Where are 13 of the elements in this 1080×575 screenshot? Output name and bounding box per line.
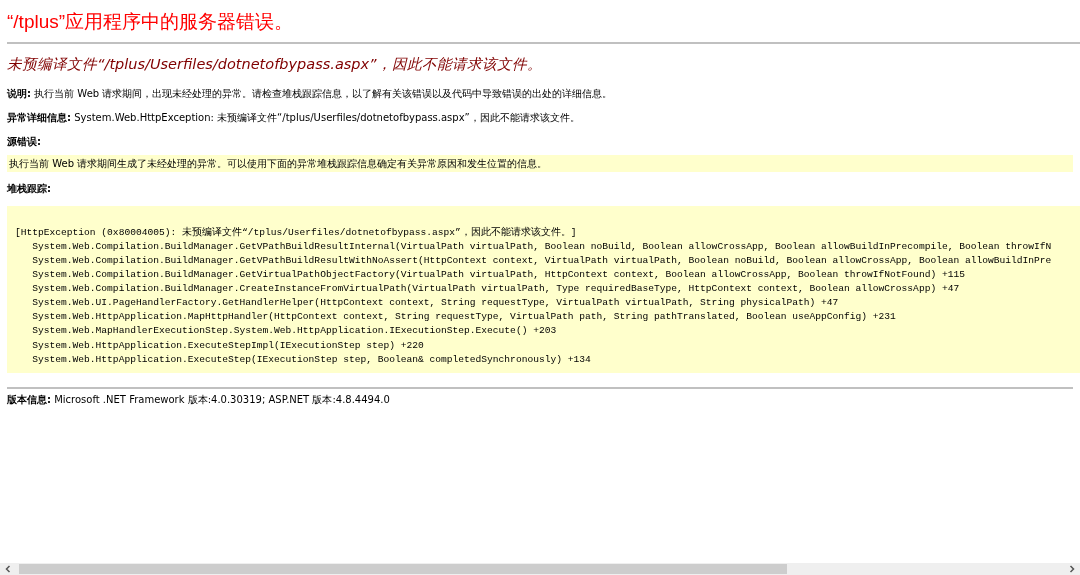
scroll-left-icon[interactable] xyxy=(4,565,12,573)
stack-trace-panel: [HttpException (0x80004005): 未预编译文件“/tplus/Userfiles/dotnetofbypass.aspx”，因此不能请求该文件。] System.Web.Compilation.BuildManager.GetVPathBuildResultInternal(VirtualPath virtualPath, Boolean noBuild, Boolean allowCrossApp, Boolean allowBuildInPrecompile, Boolean throwIfN System.Web.Compilation.BuildManager.GetVPathBuildResultWithNoAssert(HttpContext context, VirtualPath virtualPath, Boolean noBuild, Boolean allowCrossApp, Boolean allowBuildInPre System.Web.Compilation.BuildManager.GetVirtualPathObjectFactory(VirtualPath virtualPath, HttpContext context, Boolean allowCrossApp, Boolean throwIfNotFound) +115 System.Web.Compilation.BuildManager.CreateInstanceFromVirtualPath(VirtualPath virtualPath, Type requiredBaseType, HttpContext context, Boolean allowCrossApp) +47 System.Web.UI.PageHandlerFactory.GetHandlerHelper(HttpContext context, String requestType, VirtualPath virtualPath, String physicalPath) +47 System.Web.HttpApplication.MapHttpHandler(HttpContext context, String requestType, VirtualPath path, String pathTranslated, Boolean useAppConfig) +231 System.Web.MapHandlerExecutionStep.System.Web.HttpApplication.IExecutionStep.Execute() +203 System.Web.HttpApplication.ExecuteStepImpl(IExecutionStep step) +220 System.Web.HttpApplication.ExecuteStep(IExecutionStep step, Boolean& completedSynchronously) +134 xyxy=(7,205,1080,373)
scrollbar-thumb[interactable] xyxy=(19,564,787,574)
version-info-text: 版本信息: Microsoft .NET Framework 版本:4.0.30319; ASP.NET 版本:4.8.4494.0 xyxy=(7,392,390,407)
scroll-right-icon[interactable] xyxy=(1068,565,1076,573)
page-title: “/tplus”应用程序中的服务器错误。 xyxy=(7,10,294,34)
stack-trace-heading: 堆栈跟踪: xyxy=(7,181,51,196)
exception-details-text: 异常详细信息: System.Web.HttpException: 未预编译文件“/tplus/Userfiles/dotnetofbypass.aspx”，因此不能请求该文件。 xyxy=(7,110,580,125)
description-text: 说明: 执行当前 Web 请求期间，出现未经处理的异常。请检查堆栈跟踪信息，以了解有关该错误以及代码中导致错误的出处的详细信息。 xyxy=(7,86,613,101)
horizontal-scrollbar[interactable] xyxy=(0,563,1080,575)
error-subtitle: 未预编译文件“/tplus/Userfiles/dotnetofbypass.aspx”，因此不能请求该文件。 xyxy=(7,55,542,74)
source-error-heading: 源错误: xyxy=(7,134,41,149)
source-error-panel: 执行当前 Web 请求期间生成了未经处理的异常。可以使用下面的异常堆栈跟踪信息确定有关异常原因和发生位置的信息。 xyxy=(7,154,1073,172)
